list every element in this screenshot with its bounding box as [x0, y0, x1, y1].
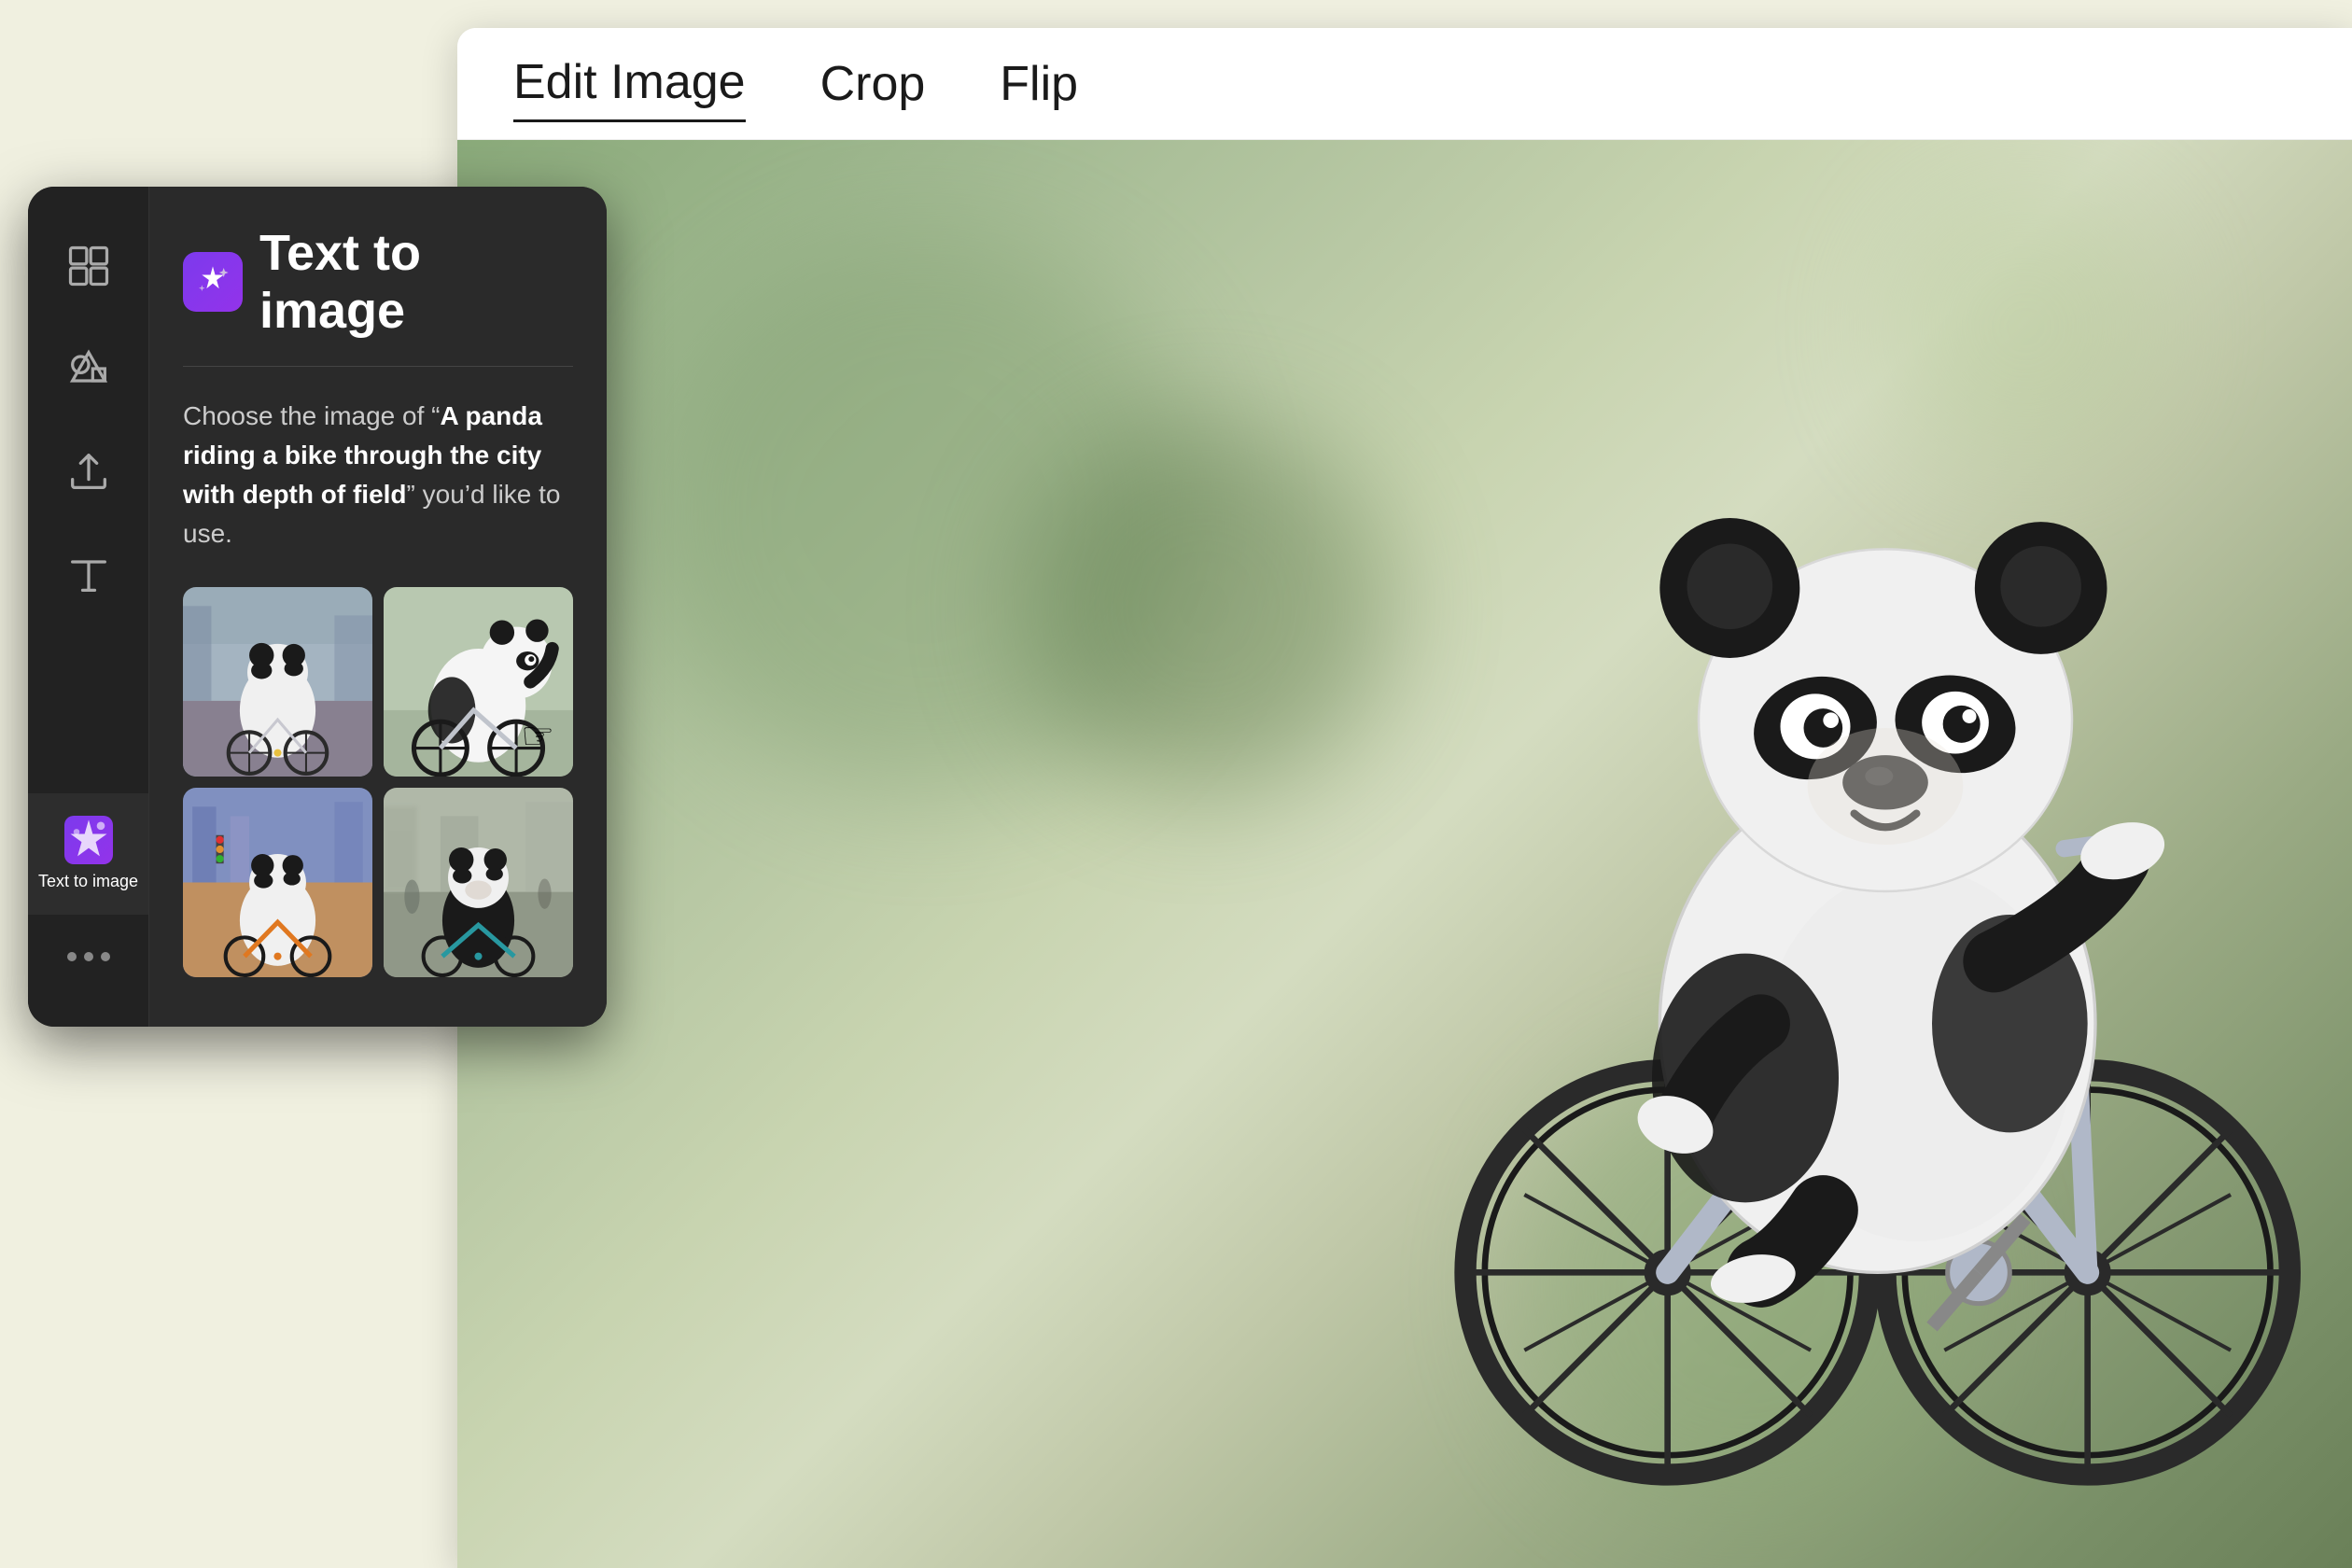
- tti-thumb-4: [384, 788, 573, 977]
- upload-icon: [64, 447, 113, 496]
- layout-icon: [64, 242, 113, 290]
- tab-crop[interactable]: Crop: [820, 47, 926, 121]
- panda-illustration: [1372, 355, 2305, 1568]
- tti-image-2[interactable]: ☞: [384, 587, 573, 777]
- tab-edit-image[interactable]: Edit Image: [513, 45, 746, 122]
- tti-divider: [183, 366, 573, 367]
- toolbar: Edit Image Crop Flip: [457, 28, 2352, 140]
- sidebar-item-more[interactable]: [28, 915, 148, 999]
- tti-panel-icon: [183, 252, 243, 312]
- tti-panel: Text to image Choose the image of “A pan…: [149, 187, 607, 1027]
- more-dots: [67, 952, 110, 961]
- shapes-icon: [64, 344, 113, 393]
- tti-description: Choose the image of “A panda riding a bi…: [183, 397, 573, 553]
- tti-header: Text to image: [183, 224, 573, 340]
- tti-sparkle-icon: [194, 263, 231, 301]
- sidebar-item-tti[interactable]: Text to image: [28, 793, 148, 915]
- tti-panel-title: Text to image: [259, 224, 573, 340]
- icon-rail: Text to image: [28, 187, 149, 1027]
- tti-thumb-3: [183, 788, 372, 977]
- sidebar-item-layout[interactable]: [28, 215, 148, 317]
- tti-thumb-1: [183, 587, 372, 777]
- tti-image-3[interactable]: [183, 788, 372, 977]
- sidebar-item-shapes[interactable]: [28, 317, 148, 420]
- tti-image-4[interactable]: [384, 788, 573, 977]
- tti-image-grid: ☞: [183, 587, 573, 977]
- sidebar-item-upload[interactable]: [28, 420, 148, 523]
- tti-image-1[interactable]: [183, 587, 372, 777]
- tab-flip[interactable]: Flip: [1000, 47, 1078, 121]
- sidebar-panel: Text to image Text to image: [28, 187, 607, 1027]
- sparkle-icon: [64, 816, 113, 864]
- main-image-panel: Edit Image Crop Flip: [457, 28, 2352, 1568]
- panda-image-area: [457, 140, 2352, 1568]
- tti-thumb-2: [384, 587, 573, 777]
- tti-sidebar-label: Text to image: [38, 872, 138, 892]
- sidebar-item-text[interactable]: [28, 523, 148, 625]
- text-icon: [64, 550, 113, 598]
